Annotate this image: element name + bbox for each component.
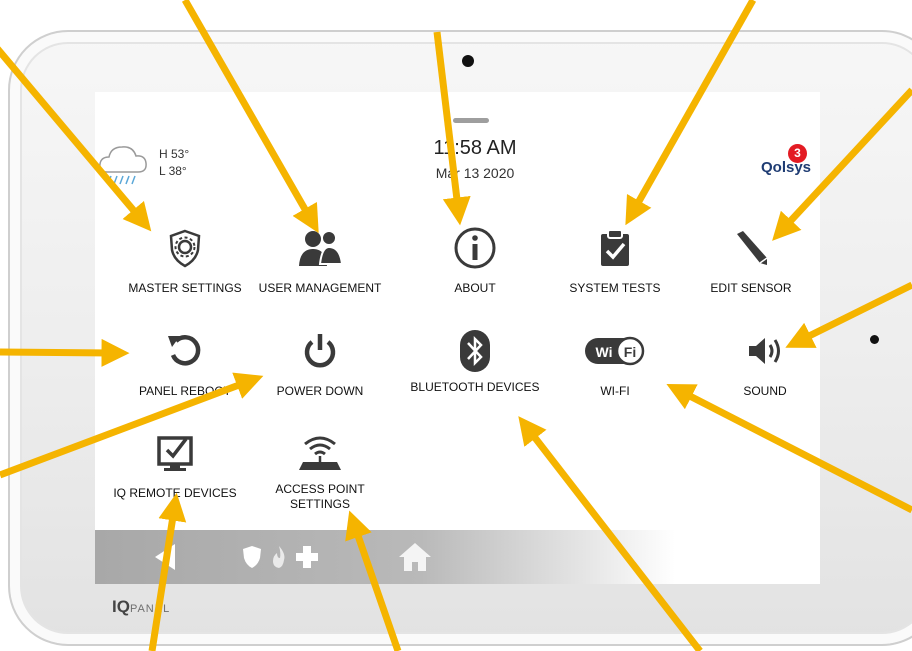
speaker-icon: [749, 338, 780, 364]
panel-reboot-button[interactable]: PANEL REBOOT: [115, 328, 255, 399]
system-tests-button[interactable]: SYSTEM TESTS: [545, 225, 685, 296]
about-button[interactable]: ABOUT: [405, 225, 545, 296]
about-label: ABOUT: [454, 281, 496, 295]
qolsys-logo[interactable]: Qolsys: [761, 159, 811, 176]
access-point-settings-label: ACCESS POINT SETTINGS: [275, 482, 365, 511]
clock: 11:58 AM Mar 13 2020: [385, 137, 565, 181]
sound-label: SOUND: [743, 384, 787, 398]
touch-screen: H 53° L 38° 11:58 AM Mar 13 2020 Qolsys …: [95, 92, 820, 584]
user-management-label: USER MANAGEMENT: [258, 281, 382, 295]
back-button[interactable]: [135, 530, 195, 584]
power-down-label: POWER DOWN: [276, 384, 364, 398]
wifi-icon: Wi Fi: [585, 336, 645, 366]
weather-low: L 38°: [159, 164, 187, 178]
system-tests-label: SYSTEM TESTS: [569, 281, 661, 295]
reboot-icon: [168, 335, 201, 366]
sound-button[interactable]: SOUND: [695, 328, 820, 399]
bluetooth-devices-button[interactable]: BLUETOOTH DEVICES: [410, 328, 540, 395]
police-shield-icon: [243, 546, 261, 568]
weather-high: H 53°: [159, 147, 190, 161]
gear-shield-icon: [169, 229, 201, 268]
home-button[interactable]: [385, 530, 445, 584]
wifi-label: WI-FI: [600, 384, 630, 398]
edit-sensor-button[interactable]: EDIT SENSOR: [681, 225, 820, 296]
remote-tablet-icon: [157, 436, 193, 471]
edit-sensor-label: EDIT SENSOR: [710, 281, 792, 295]
weather-widget[interactable]: H 53° L 38°: [97, 140, 207, 190]
panel-reboot-label: PANEL REBOOT: [138, 384, 232, 398]
fire-icon: [273, 546, 285, 568]
wifi-button[interactable]: Wi Fi WI-FI: [545, 328, 685, 399]
brand-suffix: PANEL: [129, 603, 171, 615]
pencil-icon: [737, 231, 768, 265]
back-arrow-icon: [155, 544, 175, 570]
iq-remote-devices-button[interactable]: IQ REMOTE DEVICES: [105, 430, 245, 501]
power-down-button[interactable]: POWER DOWN: [250, 328, 390, 399]
bluetooth-devices-label: BLUETOOTH DEVICES: [410, 380, 540, 394]
iq-remote-devices-label: IQ REMOTE DEVICES: [113, 486, 237, 500]
router-icon: [299, 436, 341, 470]
device-brand: IQPANEL: [112, 597, 170, 617]
camera-lens: [462, 55, 474, 67]
emergency-button[interactable]: [225, 530, 335, 584]
master-settings-button[interactable]: MASTER SETTINGS: [115, 225, 255, 296]
svg-text:Wi: Wi: [596, 344, 613, 360]
rain-cloud-icon: [99, 146, 147, 185]
bluetooth-icon: [460, 330, 490, 372]
user-management-button[interactable]: USER MANAGEMENT: [250, 225, 390, 296]
notification-badge[interactable]: 3: [788, 144, 807, 163]
medical-cross-icon: [296, 546, 318, 568]
home-icon: [399, 543, 431, 571]
light-sensor: [870, 335, 879, 344]
power-icon: [304, 334, 336, 368]
pull-down-tab[interactable]: [453, 118, 489, 123]
info-icon: [454, 227, 496, 269]
current-date: Mar 13 2020: [435, 165, 515, 181]
master-settings-label: MASTER SETTINGS: [128, 281, 242, 295]
current-time: 11:58 AM: [433, 137, 517, 159]
access-point-settings-button[interactable]: ACCESS POINT SETTINGS: [255, 430, 385, 512]
clipboard-check-icon: [601, 229, 629, 266]
users-icon: [299, 230, 344, 266]
bottom-navbar: [95, 530, 820, 584]
brand-logo: IQ: [112, 597, 130, 616]
svg-text:Fi: Fi: [624, 344, 636, 360]
